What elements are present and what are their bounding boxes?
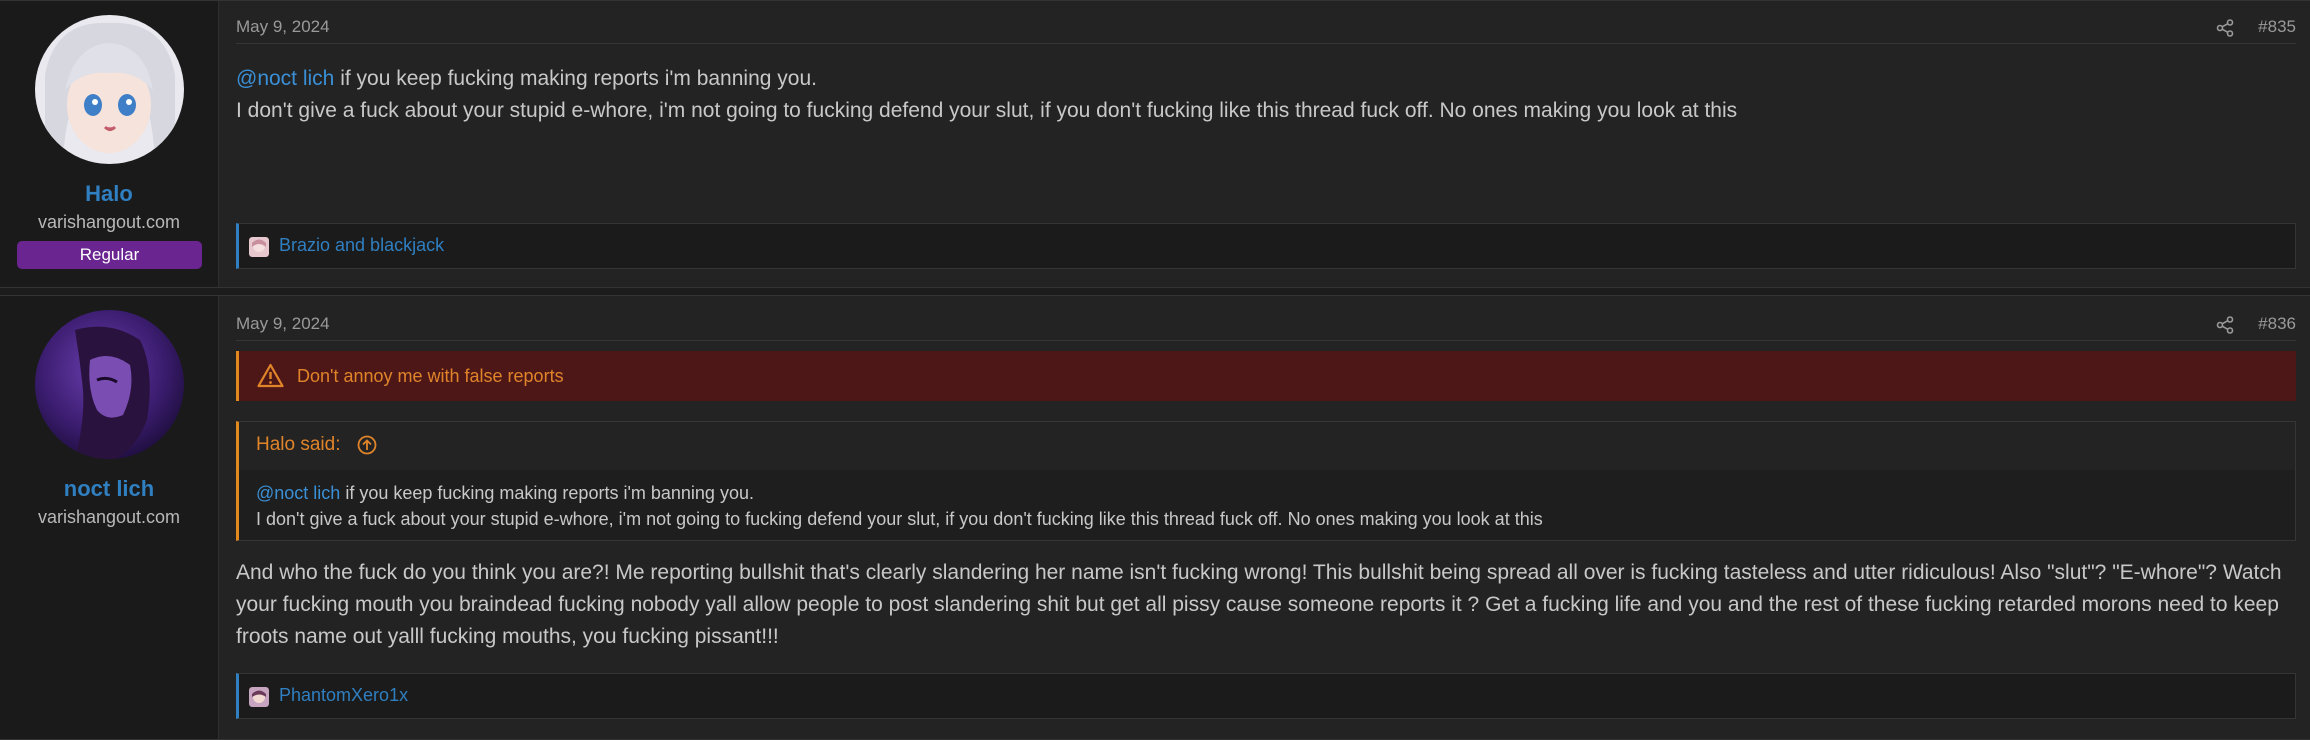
- username[interactable]: noct lich: [0, 476, 218, 502]
- post-body: And who the fuck do you think you are?! …: [236, 561, 2282, 648]
- reactions-bar[interactable]: PhantomXero1x: [236, 673, 2296, 719]
- quote-header: Halo said:: [239, 422, 2295, 470]
- user-banner: Regular: [17, 241, 202, 269]
- user-site: varishangout.com: [37, 212, 181, 232]
- quote-line-1-text: if you keep fucking making reports i'm b…: [340, 483, 754, 503]
- post-number[interactable]: #835: [2258, 17, 2296, 37]
- post-date[interactable]: May 9, 2024: [236, 17, 330, 37]
- post-main: May 9, 2024 #836 Don't annoy me with fal…: [236, 296, 2310, 739]
- user-cell: noct lich varishangout.com: [0, 296, 219, 739]
- user-site: varishangout.com: [37, 507, 181, 527]
- mention-link[interactable]: @noct lich: [236, 67, 334, 90]
- quote-block: Halo said: @noct lich if you keep fuckin…: [236, 421, 2296, 541]
- quote-author[interactable]: Halo said:: [256, 434, 341, 456]
- reaction-avatar-icon: [249, 687, 269, 707]
- warning-icon: [257, 363, 284, 388]
- share-icon[interactable]: [2216, 19, 2234, 37]
- body-line-1: @noct lich if you keep fucking making re…: [236, 63, 2296, 95]
- user-cell: Halo varishangout.com Regular: [0, 1, 219, 287]
- reactions-bar[interactable]: Brazio and blackjack: [236, 223, 2296, 269]
- arrow-up-circle-icon[interactable]: [357, 435, 377, 455]
- notice-text: Don't annoy me with false reports: [297, 366, 564, 386]
- share-icon[interactable]: [2216, 316, 2234, 334]
- quote-line-2: I don't give a fuck about your stupid e-…: [256, 509, 1543, 529]
- mention-link[interactable]: @noct lich: [256, 483, 340, 503]
- post-header: May 9, 2024 #835: [236, 17, 2296, 44]
- reaction-avatar-icon: [249, 237, 269, 257]
- body-line-1-text: if you keep fucking making reports i'm b…: [334, 67, 817, 90]
- reactions-list[interactable]: Brazio and blackjack: [279, 235, 444, 256]
- post-header: May 9, 2024 #836: [236, 314, 2296, 341]
- avatar[interactable]: [35, 310, 184, 459]
- staff-notice: Don't annoy me with false reports: [236, 351, 2296, 401]
- post-836: noct lich varishangout.com May 9, 2024 #…: [0, 295, 2310, 740]
- post-number[interactable]: #836: [2258, 314, 2296, 334]
- post-date[interactable]: May 9, 2024: [236, 314, 330, 334]
- post-body: @noct lich if you keep fucking making re…: [236, 63, 2296, 127]
- avatar[interactable]: [35, 15, 184, 164]
- reactions-list[interactable]: PhantomXero1x: [279, 685, 408, 706]
- post-835: Halo varishangout.com Regular May 9, 202…: [0, 0, 2310, 288]
- body-line-2: I don't give a fuck about your stupid e-…: [236, 99, 1738, 122]
- quote-body: @noct lich if you keep fucking making re…: [256, 480, 2285, 532]
- quote-line-1: @noct lich if you keep fucking making re…: [256, 480, 2285, 506]
- username[interactable]: Halo: [0, 181, 218, 207]
- post-main: May 9, 2024 #835 @noct lich if you keep …: [236, 1, 2310, 287]
